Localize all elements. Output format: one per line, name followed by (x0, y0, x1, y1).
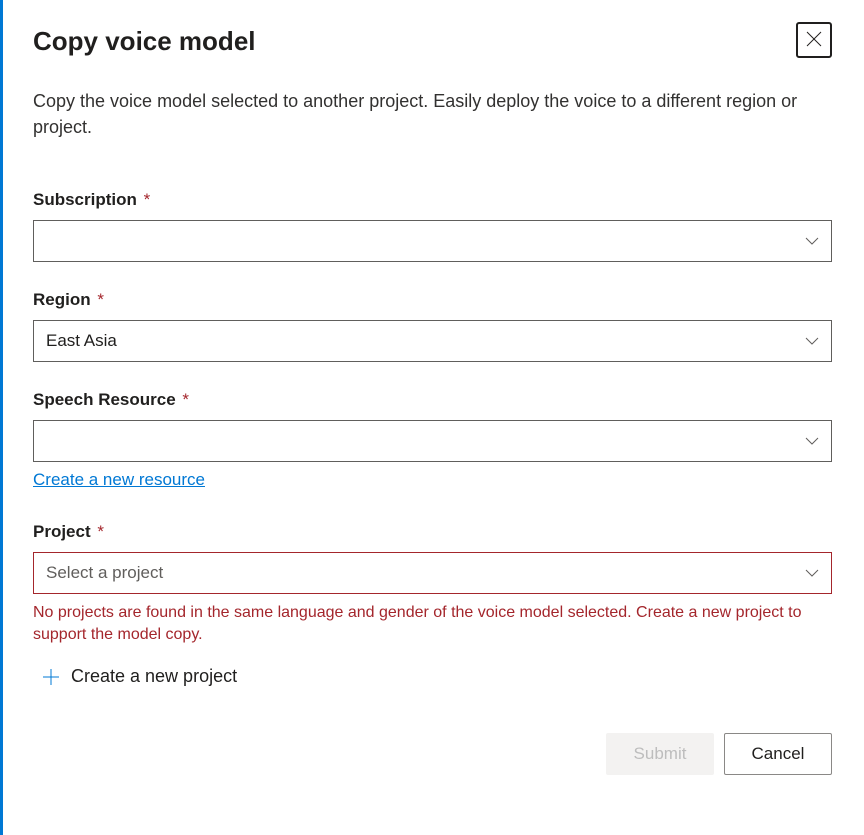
submit-button[interactable]: Submit (606, 733, 714, 775)
create-resource-link[interactable]: Create a new resource (33, 470, 205, 490)
cancel-button[interactable]: Cancel (724, 733, 832, 775)
project-label: Project * (33, 522, 832, 542)
subscription-field: Subscription * (33, 190, 832, 262)
required-indicator: * (97, 290, 104, 309)
dialog-header: Copy voice model (33, 22, 832, 58)
project-select[interactable]: Select a project (33, 552, 832, 594)
subscription-label: Subscription * (33, 190, 832, 210)
speech-resource-label: Speech Resource * (33, 390, 832, 410)
close-button[interactable] (796, 22, 832, 58)
dialog-footer: Submit Cancel (33, 733, 832, 775)
copy-voice-model-dialog: Copy voice model Copy the voice model se… (3, 0, 864, 797)
chevron-down-icon (805, 431, 819, 451)
chevron-down-icon (805, 563, 819, 583)
region-field: Region * East Asia (33, 290, 832, 362)
region-select[interactable]: East Asia (33, 320, 832, 362)
project-error-message: No projects are found in the same langua… (33, 602, 832, 646)
speech-resource-select[interactable] (33, 420, 832, 462)
subscription-label-text: Subscription (33, 190, 137, 209)
project-placeholder: Select a project (46, 563, 163, 583)
close-icon (805, 30, 823, 51)
plus-icon (41, 667, 61, 687)
required-indicator: * (97, 522, 104, 541)
dialog-form: Subscription * Region * East Asia (33, 190, 832, 775)
region-value: East Asia (46, 331, 117, 351)
dialog-title: Copy voice model (33, 26, 256, 57)
required-indicator: * (144, 190, 151, 209)
speech-resource-field: Speech Resource * Create a new resource (33, 390, 832, 490)
project-field: Project * Select a project No projects a… (33, 522, 832, 687)
chevron-down-icon (805, 331, 819, 351)
required-indicator: * (182, 390, 189, 409)
speech-resource-label-text: Speech Resource (33, 390, 176, 409)
project-label-text: Project (33, 522, 91, 541)
subscription-select[interactable] (33, 220, 832, 262)
create-project-label: Create a new project (71, 666, 237, 687)
region-label: Region * (33, 290, 832, 310)
chevron-down-icon (805, 231, 819, 251)
create-project-button[interactable]: Create a new project (41, 666, 832, 687)
region-label-text: Region (33, 290, 91, 309)
dialog-description: Copy the voice model selected to another… (33, 88, 832, 140)
